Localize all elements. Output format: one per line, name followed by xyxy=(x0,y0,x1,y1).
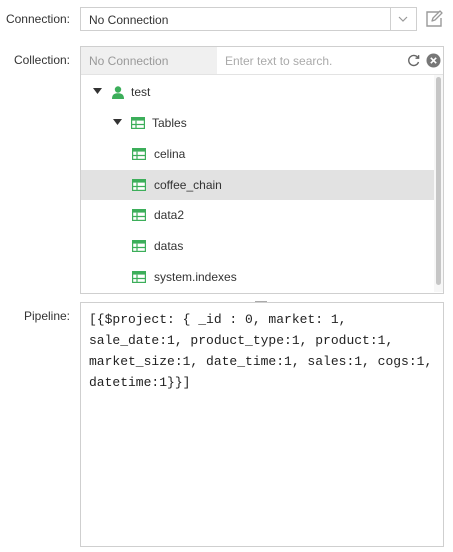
resize-handle[interactable] xyxy=(255,295,267,305)
close-circle-icon xyxy=(426,53,441,68)
tree-node-test[interactable]: test xyxy=(81,77,435,107)
refresh-icon xyxy=(408,54,420,67)
table-icon xyxy=(132,271,146,284)
collection-panel: No Connection test xyxy=(80,46,444,294)
tree-node-label: test xyxy=(131,85,151,99)
tree-scrollbar[interactable] xyxy=(434,75,443,292)
tree-node-label: datas xyxy=(154,239,184,253)
tree-node-celina[interactable]: celina xyxy=(81,139,435,169)
user-icon xyxy=(112,86,124,99)
table-icon xyxy=(131,117,145,130)
tree-node-data2[interactable]: data2 xyxy=(81,200,435,230)
collection-tree: test Tables celina coffee_chain data2 da… xyxy=(81,75,435,293)
scrollbar-thumb[interactable] xyxy=(436,77,441,285)
collection-current-value: No Connection xyxy=(89,54,169,68)
tree-node-system-indexes[interactable]: system.indexes xyxy=(81,262,435,292)
chevron-down-icon xyxy=(398,16,408,22)
table-icon xyxy=(132,240,146,253)
refresh-button[interactable] xyxy=(406,53,421,68)
pipeline-label: Pipeline: xyxy=(23,309,70,323)
connection-select[interactable]: No Connection xyxy=(80,7,417,31)
clear-search-button[interactable] xyxy=(426,53,441,68)
collection-search-input[interactable] xyxy=(218,48,403,73)
caret-down-icon[interactable] xyxy=(93,88,102,95)
tree-node-coffee-chain[interactable]: coffee_chain xyxy=(81,170,435,200)
table-icon xyxy=(132,179,146,192)
collection-current-field: No Connection xyxy=(81,47,217,74)
table-icon xyxy=(132,209,146,222)
tree-node-label: system.indexes xyxy=(154,270,237,284)
collection-header: No Connection xyxy=(81,47,443,75)
caret-down-icon[interactable] xyxy=(113,119,122,126)
connection-label: Connection: xyxy=(5,12,70,26)
tree-node-tables[interactable]: Tables xyxy=(81,108,435,138)
tree-node-datas[interactable]: datas xyxy=(81,231,435,261)
tree-node-label: celina xyxy=(154,147,186,161)
tree-node-label: data2 xyxy=(154,208,185,222)
tree-node-label: coffee_chain xyxy=(154,178,222,192)
connection-dropdown-button[interactable] xyxy=(390,8,416,30)
collection-label: Collection: xyxy=(13,53,70,67)
connection-value: No Connection xyxy=(89,13,169,27)
tree-node-label: Tables xyxy=(152,116,187,130)
table-icon xyxy=(132,148,146,161)
edit-connection-button[interactable] xyxy=(424,9,444,29)
pipeline-editor[interactable]: [{$project: { _id : 0, market: 1, sale_d… xyxy=(80,302,444,547)
edit-icon xyxy=(426,10,443,27)
